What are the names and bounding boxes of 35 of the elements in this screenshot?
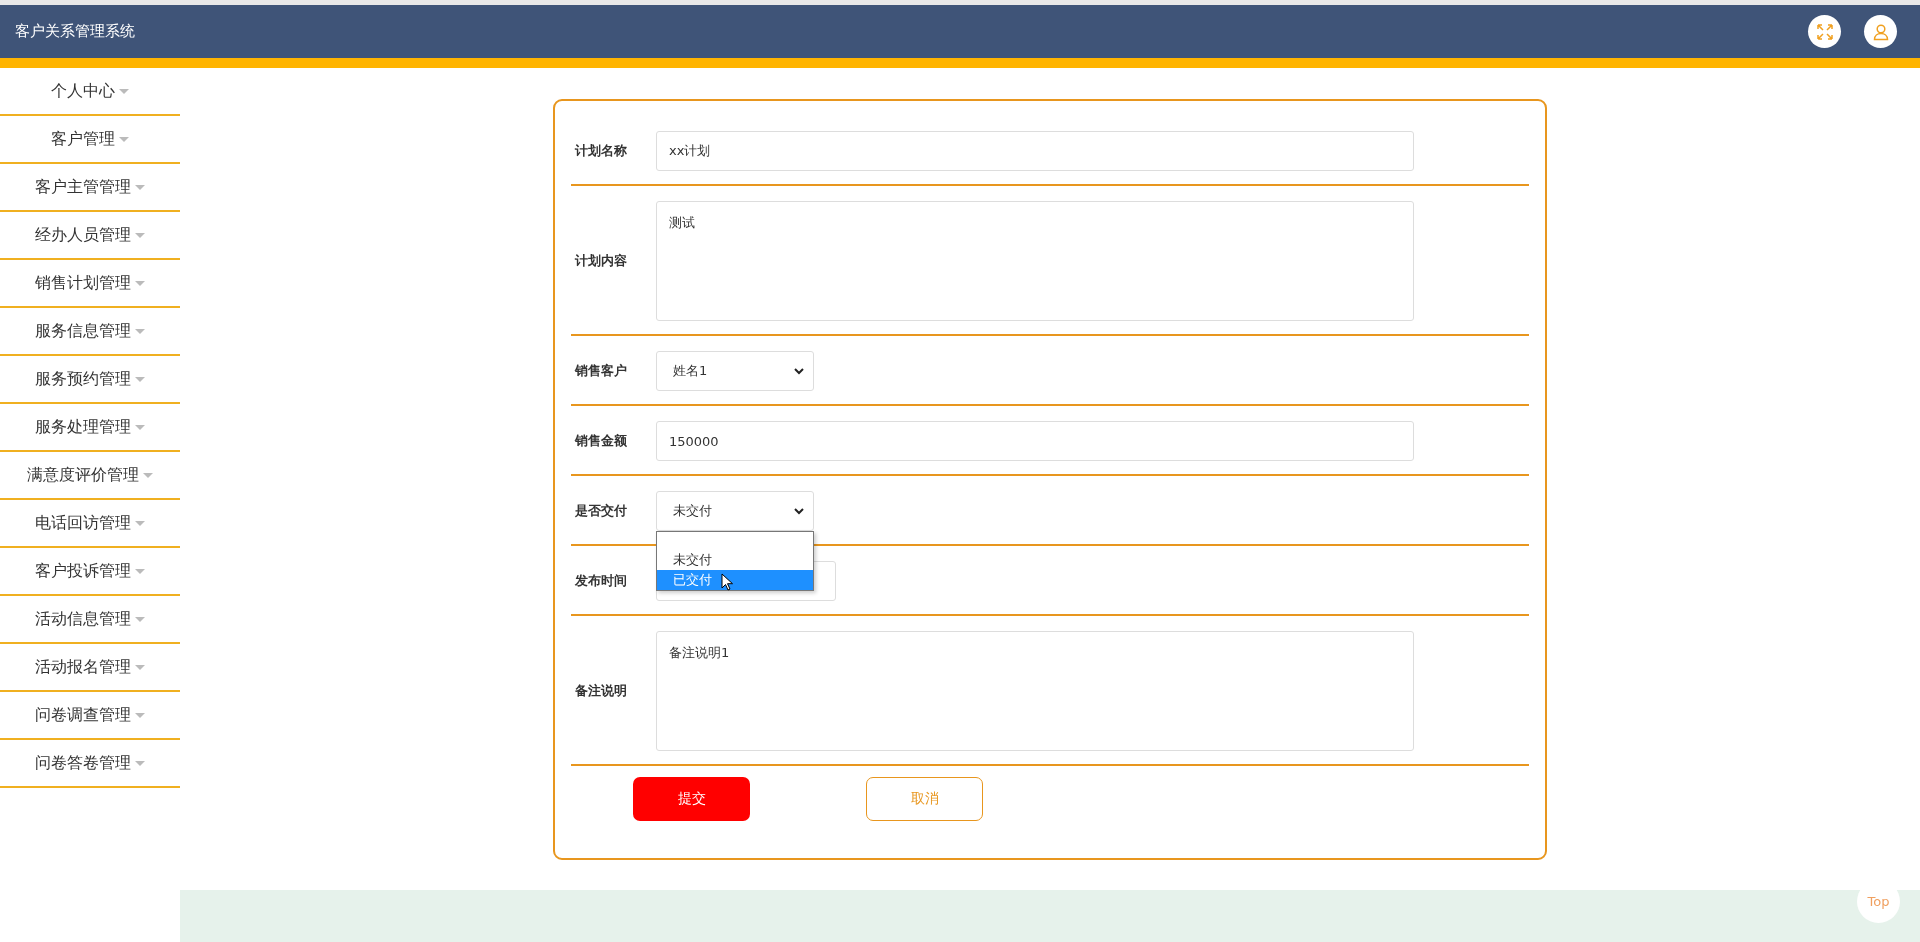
field-label: 发布时间 [574,572,628,590]
sidebar-item[interactable]: 电话回访管理 [0,500,180,548]
field-label: 备注说明 [574,682,628,700]
field-label: 销售金额 [573,432,628,450]
fullscreen-icon[interactable] [1808,15,1841,48]
sidebar-item[interactable]: 客户主管管理 [0,164,180,212]
sidebar-item[interactable]: 个人中心 [0,68,180,116]
sidebar-item[interactable]: 服务预约管理 [0,356,180,404]
dropdown-option[interactable]: 未交付 [657,550,813,570]
sidebar-item[interactable]: 服务信息管理 [0,308,180,356]
sidebar-item[interactable]: 活动报名管理 [0,644,180,692]
sidebar-item[interactable]: 活动信息管理 [0,596,180,644]
input-field[interactable]: 150000 [656,421,1414,461]
sidebar-item[interactable]: 客户投诉管理 [0,548,180,596]
sidebar-item[interactable]: 经办人员管理 [0,212,180,260]
sidebar-item[interactable]: 服务处理管理 [0,404,180,452]
chevron-down-icon [794,507,804,515]
field-label: 销售客户 [573,362,628,380]
field-label: 计划名称 [574,142,628,160]
sidebar-item[interactable]: 问卷调查管理 [0,692,180,740]
submit-button[interactable]: 提交 [633,777,750,821]
select-field[interactable]: 未交付 [656,491,814,531]
app-title: 客户关系管理系统 [15,22,135,41]
sidebar-item[interactable]: 问卷答卷管理 [0,740,180,788]
textarea-field[interactable]: 备注说明1 [656,631,1414,751]
input-field[interactable]: xx计划 [656,131,1414,171]
chevron-down-icon [794,367,804,375]
select-field[interactable]: 姓名1 [656,351,814,391]
sidebar-item[interactable]: 客户管理 [0,116,180,164]
user-icon[interactable] [1864,15,1897,48]
sidebar-item[interactable]: 满意度评价管理 [0,452,180,500]
sidebar-item[interactable]: 销售计划管理 [0,260,180,308]
textarea-field[interactable]: 测试 [656,201,1414,321]
field-label: 计划内容 [574,252,628,270]
field-label: 是否交付 [574,502,628,520]
